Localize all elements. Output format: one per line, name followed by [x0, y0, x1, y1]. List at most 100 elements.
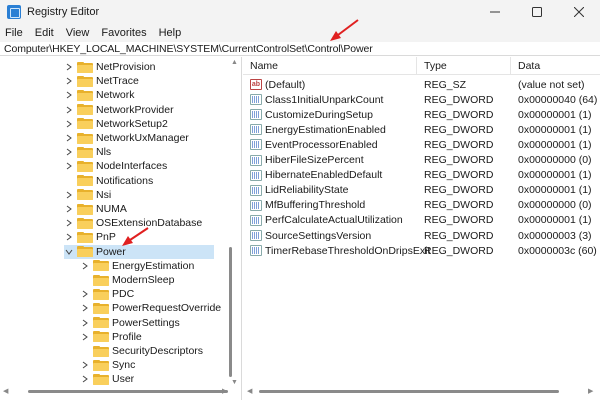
value-type-icon [250, 154, 262, 166]
no-expander [80, 273, 90, 287]
tree-item-label: ModernSleep [112, 274, 175, 286]
value-row[interactable]: SourceSettingsVersion REG_DWORD 0x00000003… [243, 228, 600, 243]
tree-item-networkprovider[interactable]: NetworkProvider [64, 103, 174, 117]
chevron-right-icon[interactable] [64, 117, 74, 131]
tree-item-network[interactable]: Network [64, 88, 135, 102]
tree-item-modernsleep[interactable]: ModernSleep [80, 273, 174, 287]
value-type-icon [250, 245, 262, 257]
value-row[interactable]: TimerRebaseThresholdOnDripsExit REG_DWORD… [243, 243, 600, 258]
tree-item-nsi[interactable]: Nsi [64, 188, 111, 202]
chevron-right-icon[interactable] [64, 202, 74, 216]
chevron-down-icon[interactable] [64, 245, 74, 259]
value-list-pane[interactable]: Name Type Data ◀ ▶ ab (Default) REG_SZ (val… [243, 57, 600, 400]
tree-item-energyestimation[interactable]: EnergyEstimation [80, 259, 194, 273]
value-type: REG_DWORD [424, 214, 494, 227]
tree-item-powersettings[interactable]: PowerSettings [80, 316, 180, 330]
menu-help[interactable]: Help [158, 27, 183, 39]
tree-item-nls[interactable]: Nls [64, 145, 111, 159]
value-row[interactable]: PerfCalculateActualUtilization REG_DWORD 0… [243, 213, 600, 228]
chevron-right-icon[interactable] [64, 216, 74, 230]
menu-edit[interactable]: Edit [34, 27, 55, 39]
tree-item-label: User [112, 373, 135, 386]
chevron-right-icon[interactable] [80, 301, 90, 315]
chevron-right-icon[interactable] [64, 74, 74, 88]
column-header-type[interactable]: Type [417, 57, 511, 74]
tree-item-netprovision[interactable]: NetProvision [64, 60, 156, 74]
value-data: 0x00000040 (64) [518, 93, 598, 106]
scroll-up-icon[interactable]: ▲ [231, 59, 238, 66]
menu-favorites[interactable]: Favorites [100, 27, 147, 39]
scroll-left-icon[interactable]: ◀ [3, 387, 8, 395]
address-path[interactable]: Computer\HKEY_LOCAL_MACHINE\SYSTEM\Curre… [4, 43, 373, 55]
no-expander [80, 344, 90, 358]
tree-item-networksetup2[interactable]: NetworkSetup2 [64, 117, 168, 131]
chevron-right-icon[interactable] [64, 230, 74, 244]
value-data: 0x00000001 (1) [518, 108, 592, 121]
value-row[interactable]: HiberFileSizePercent REG_DWORD 0x00000000 … [243, 153, 600, 168]
chevron-right-icon[interactable] [64, 88, 74, 102]
folder-icon [77, 217, 93, 229]
close-button[interactable] [558, 0, 600, 24]
tree-item-powerrequestoverride[interactable]: PowerRequestOverride [80, 301, 221, 315]
list-horizontal-scrollbar[interactable] [259, 390, 559, 393]
menu-view[interactable]: View [65, 27, 91, 39]
minimize-button[interactable] [474, 0, 516, 24]
key-tree-pane[interactable]: ▲ ▼ ◀ ▶ NetProvision NetTrace Network Netwo… [0, 57, 242, 400]
chevron-right-icon[interactable] [64, 159, 74, 173]
tree-item-notifications[interactable]: Notifications [64, 174, 153, 188]
value-row[interactable]: MfBufferingThreshold REG_DWORD 0x00000000 … [243, 198, 600, 213]
tree-vertical-scrollbar[interactable] [229, 247, 232, 377]
chevron-right-icon[interactable] [64, 131, 74, 145]
tree-item-label: EnergyEstimation [112, 259, 195, 272]
value-row[interactable]: Class1InitialUnparkCount REG_DWORD 0x00000… [243, 92, 600, 107]
tree-item-sync[interactable]: Sync [80, 358, 135, 372]
scroll-right-icon[interactable]: ▶ [222, 387, 227, 395]
chevron-right-icon[interactable] [80, 358, 90, 372]
list-scroll-right-icon[interactable]: ▶ [588, 387, 593, 395]
tree-item-pnp[interactable]: PnP [64, 230, 116, 244]
chevron-right-icon[interactable] [80, 259, 90, 273]
tree-item-networkuxmanager[interactable]: NetworkUxManager [64, 131, 189, 145]
chevron-right-icon[interactable] [64, 145, 74, 159]
address-bar[interactable]: Computer\HKEY_LOCAL_MACHINE\SYSTEM\Curre… [0, 42, 600, 56]
value-row[interactable]: EventProcessorEnabled REG_DWORD 0x00000001… [243, 137, 600, 152]
value-row[interactable]: LidReliabilityState REG_DWORD 0x00000001 (… [243, 183, 600, 198]
chevron-right-icon[interactable] [80, 372, 90, 386]
tree-item-pdc[interactable]: PDC [80, 287, 134, 301]
chevron-right-icon[interactable] [80, 330, 90, 344]
column-header-name[interactable]: Name [243, 57, 417, 74]
value-row[interactable]: CustomizeDuringSetup REG_DWORD 0x00000001 … [243, 107, 600, 122]
value-row[interactable]: ab (Default) REG_SZ (value not set) [243, 77, 600, 92]
column-header-data[interactable]: Data [511, 57, 600, 74]
tree-item-nodeinterfaces[interactable]: NodeInterfaces [64, 159, 167, 173]
value-data: 0x0000003c (60) [518, 244, 597, 257]
window-controls [474, 0, 600, 24]
menu-file[interactable]: File [4, 27, 24, 39]
maximize-button[interactable] [516, 0, 558, 24]
tree-item-numa[interactable]: NUMA [64, 202, 127, 216]
chevron-right-icon[interactable] [80, 287, 90, 301]
scroll-down-icon[interactable]: ▼ [231, 379, 238, 386]
value-row[interactable]: HibernateEnabledDefault REG_DWORD 0x000000… [243, 168, 600, 183]
folder-icon [77, 118, 93, 130]
tree-item-user[interactable]: User [80, 372, 134, 386]
tree-horizontal-scrollbar[interactable] [28, 390, 228, 393]
tree-item-profile[interactable]: Profile [80, 330, 142, 344]
list-scroll-left-icon[interactable]: ◀ [247, 387, 252, 395]
value-type-icon [250, 214, 262, 226]
tree-item-nettrace[interactable]: NetTrace [64, 74, 139, 88]
tree-item-securitydescriptors[interactable]: SecurityDescriptors [80, 344, 203, 358]
chevron-right-icon[interactable] [64, 60, 74, 74]
value-data: 0x00000001 (1) [518, 123, 592, 136]
value-name: EnergyEstimationEnabled [265, 123, 386, 136]
value-row[interactable]: EnergyEstimationEnabled REG_DWORD 0x000000… [243, 122, 600, 137]
tree-item-power[interactable]: Power [64, 244, 214, 259]
tree-item-label: Power [96, 245, 126, 258]
tree-item-osextensiondatabase[interactable]: OSExtensionDatabase [64, 216, 202, 230]
chevron-right-icon[interactable] [64, 103, 74, 117]
chevron-right-icon[interactable] [64, 188, 74, 202]
header-divider [243, 74, 600, 75]
value-type: REG_DWORD [424, 154, 494, 166]
chevron-right-icon[interactable] [80, 316, 90, 330]
value-data: 0x00000001 (1) [518, 138, 592, 151]
